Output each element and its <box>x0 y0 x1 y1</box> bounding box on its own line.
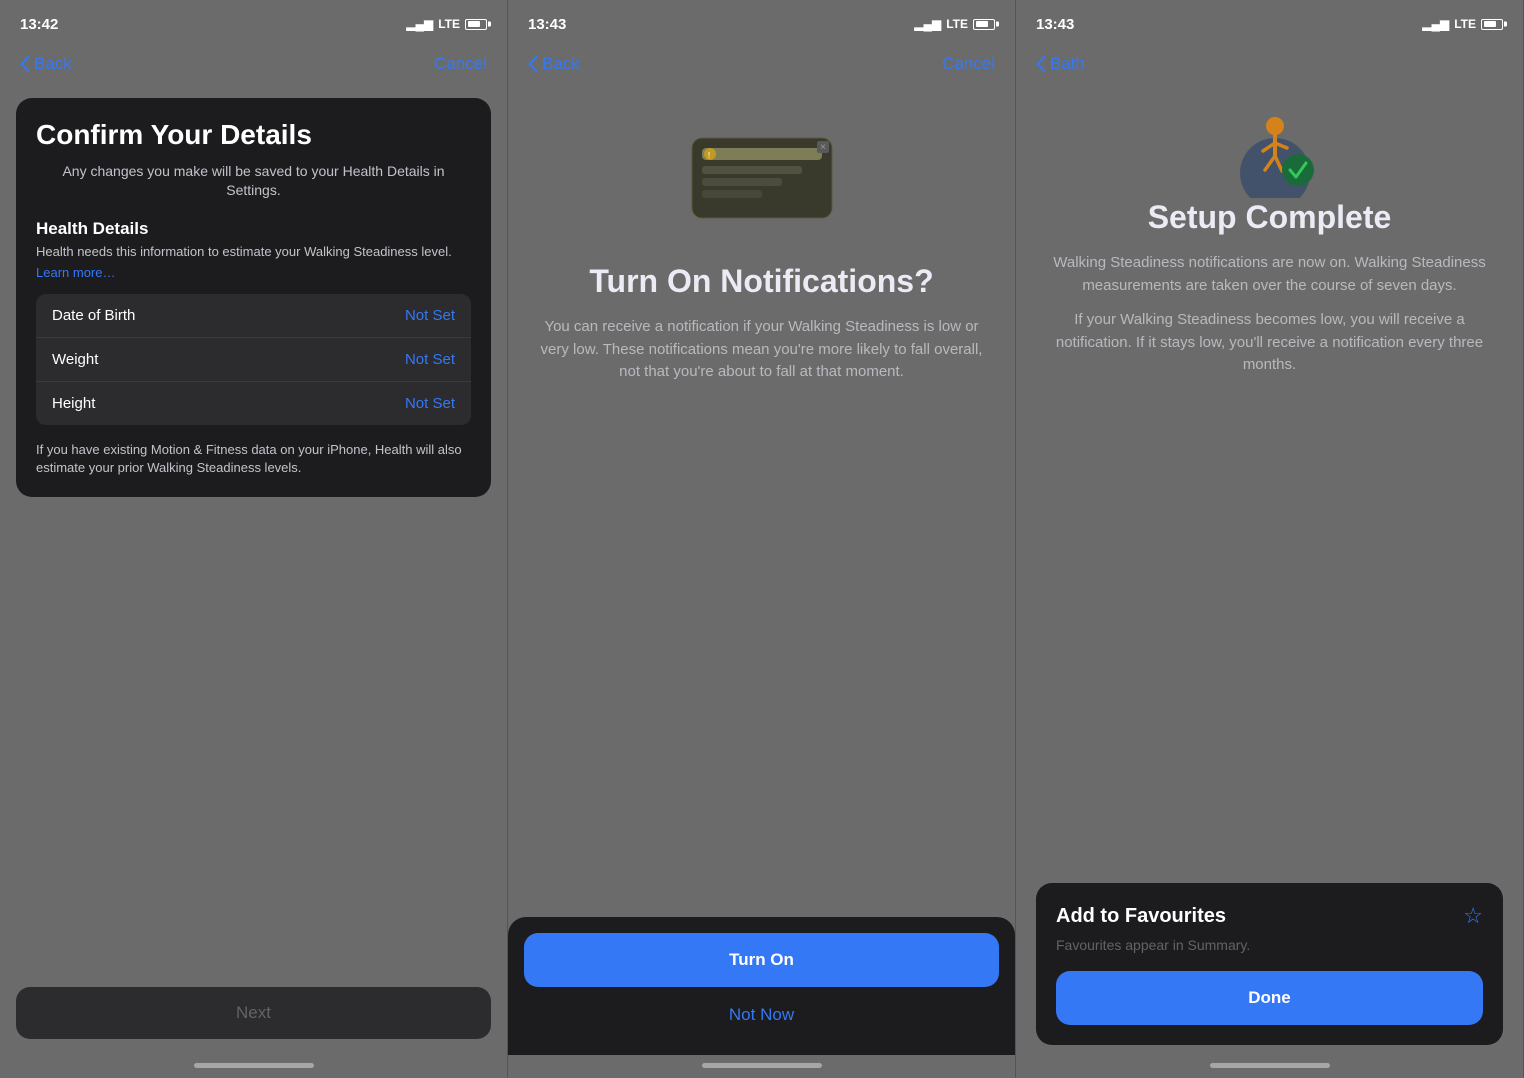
screen-2: 13:43 ▂▄▆ LTE Back Cancel ! × Turn On No… <box>508 0 1016 1078</box>
screen1-content: Confirm Your Details Any changes you mak… <box>0 88 507 971</box>
star-icon[interactable]: ☆ <box>1463 903 1483 929</box>
details-table: Date of Birth Not Set Weight Not Set Hei… <box>36 294 471 425</box>
nav-bar-3: Bath <box>1016 44 1523 88</box>
back-button-3[interactable]: Bath <box>1036 54 1085 74</box>
weight-value: Not Set <box>405 351 455 368</box>
status-icons-1: ▂▄▆ LTE <box>406 17 487 31</box>
setup-complete-title: Setup Complete <box>1148 198 1392 236</box>
height-label: Height <box>52 395 95 412</box>
health-desc: Health needs this information to estimat… <box>36 243 471 261</box>
status-bar-1: 13:42 ▂▄▆ LTE <box>0 0 507 44</box>
back-button-2[interactable]: Back <box>528 54 580 74</box>
status-icons-2: ▂▄▆ LTE <box>914 17 995 31</box>
nav-bar-2: Back Cancel <box>508 44 1015 88</box>
nav-bar-1: Back Cancel <box>0 44 507 88</box>
weight-label: Weight <box>52 351 98 368</box>
fav-header: Add to Favourites ☆ <box>1056 903 1483 929</box>
signal-icon-2: ▂▄▆ <box>914 17 941 31</box>
confirm-subtitle: Any changes you make will be saved to yo… <box>36 162 471 201</box>
back-label-2: Back <box>542 54 580 74</box>
lte-label-2: LTE <box>946 17 968 31</box>
dob-label: Date of Birth <box>52 307 135 324</box>
cancel-button-2[interactable]: Cancel <box>942 54 995 74</box>
screen3-content: Setup Complete Walking Steadiness notifi… <box>1016 88 1523 1055</box>
time-2: 13:43 <box>528 16 566 33</box>
dob-value: Not Set <box>405 307 455 324</box>
screen-3: 13:43 ▂▄▆ LTE Bath Setup Complete <box>1016 0 1524 1078</box>
back-label-3: Bath <box>1050 54 1085 74</box>
done-button[interactable]: Done <box>1056 971 1483 1025</box>
dob-row[interactable]: Date of Birth Not Set <box>36 294 471 338</box>
bottom-next-area: Next <box>0 971 507 1055</box>
back-button-1[interactable]: Back <box>20 54 72 74</box>
notification-bottom-actions: Turn On Not Now <box>508 917 1015 1055</box>
notification-illustration: ! × <box>672 118 852 238</box>
signal-icon-3: ▂▄▆ <box>1422 17 1449 31</box>
battery-icon-1 <box>465 19 487 30</box>
add-to-favourites-card: Add to Favourites ☆ Favourites appear in… <box>1036 883 1503 1045</box>
battery-icon-3 <box>1481 19 1503 30</box>
time-3: 13:43 <box>1036 16 1074 33</box>
next-button[interactable]: Next <box>16 987 491 1039</box>
walking-illustration <box>1220 98 1320 198</box>
fav-subtitle: Favourites appear in Summary. <box>1056 937 1250 953</box>
signal-icon-1: ▂▄▆ <box>406 17 433 31</box>
status-icons-3: ▂▄▆ LTE <box>1422 17 1503 31</box>
fav-title: Add to Favourites <box>1056 905 1226 928</box>
lte-label-3: LTE <box>1454 17 1476 31</box>
screen-1: 13:42 ▂▄▆ LTE Back Cancel Confirm Your D… <box>0 0 508 1078</box>
home-indicator-3 <box>1210 1063 1330 1068</box>
setup-body-2: If your Walking Steadiness becomes low, … <box>1036 309 1503 377</box>
height-value: Not Set <box>405 395 455 412</box>
height-row[interactable]: Height Not Set <box>36 382 471 425</box>
screen2-content: ! × Turn On Notifications? You can recei… <box>508 88 1015 917</box>
health-details-heading: Health Details <box>36 219 471 239</box>
status-bar-3: 13:43 ▂▄▆ LTE <box>1016 0 1523 44</box>
lte-label-1: LTE <box>438 17 460 31</box>
confirm-card: Confirm Your Details Any changes you mak… <box>16 98 491 497</box>
svg-text:×: × <box>820 142 826 153</box>
svg-text:!: ! <box>707 151 709 160</box>
home-indicator-2 <box>702 1063 822 1068</box>
weight-row[interactable]: Weight Not Set <box>36 338 471 382</box>
notification-screen-title: Turn On Notifications? <box>589 262 933 300</box>
not-now-button[interactable]: Not Now <box>524 991 999 1039</box>
learn-more-link[interactable]: Learn more… <box>36 265 471 280</box>
back-label-1: Back <box>34 54 72 74</box>
cancel-button-1[interactable]: Cancel <box>434 54 487 74</box>
footer-note: If you have existing Motion & Fitness da… <box>36 441 471 477</box>
status-bar-2: 13:43 ▂▄▆ LTE <box>508 0 1015 44</box>
time-1: 13:42 <box>20 16 58 33</box>
confirm-title: Confirm Your Details <box>36 118 471 152</box>
notification-body: You can receive a notification if your W… <box>528 316 995 384</box>
turn-on-button[interactable]: Turn On <box>524 933 999 987</box>
setup-body-1: Walking Steadiness notifications are now… <box>1036 252 1503 297</box>
home-indicator-1 <box>194 1063 314 1068</box>
battery-icon-2 <box>973 19 995 30</box>
